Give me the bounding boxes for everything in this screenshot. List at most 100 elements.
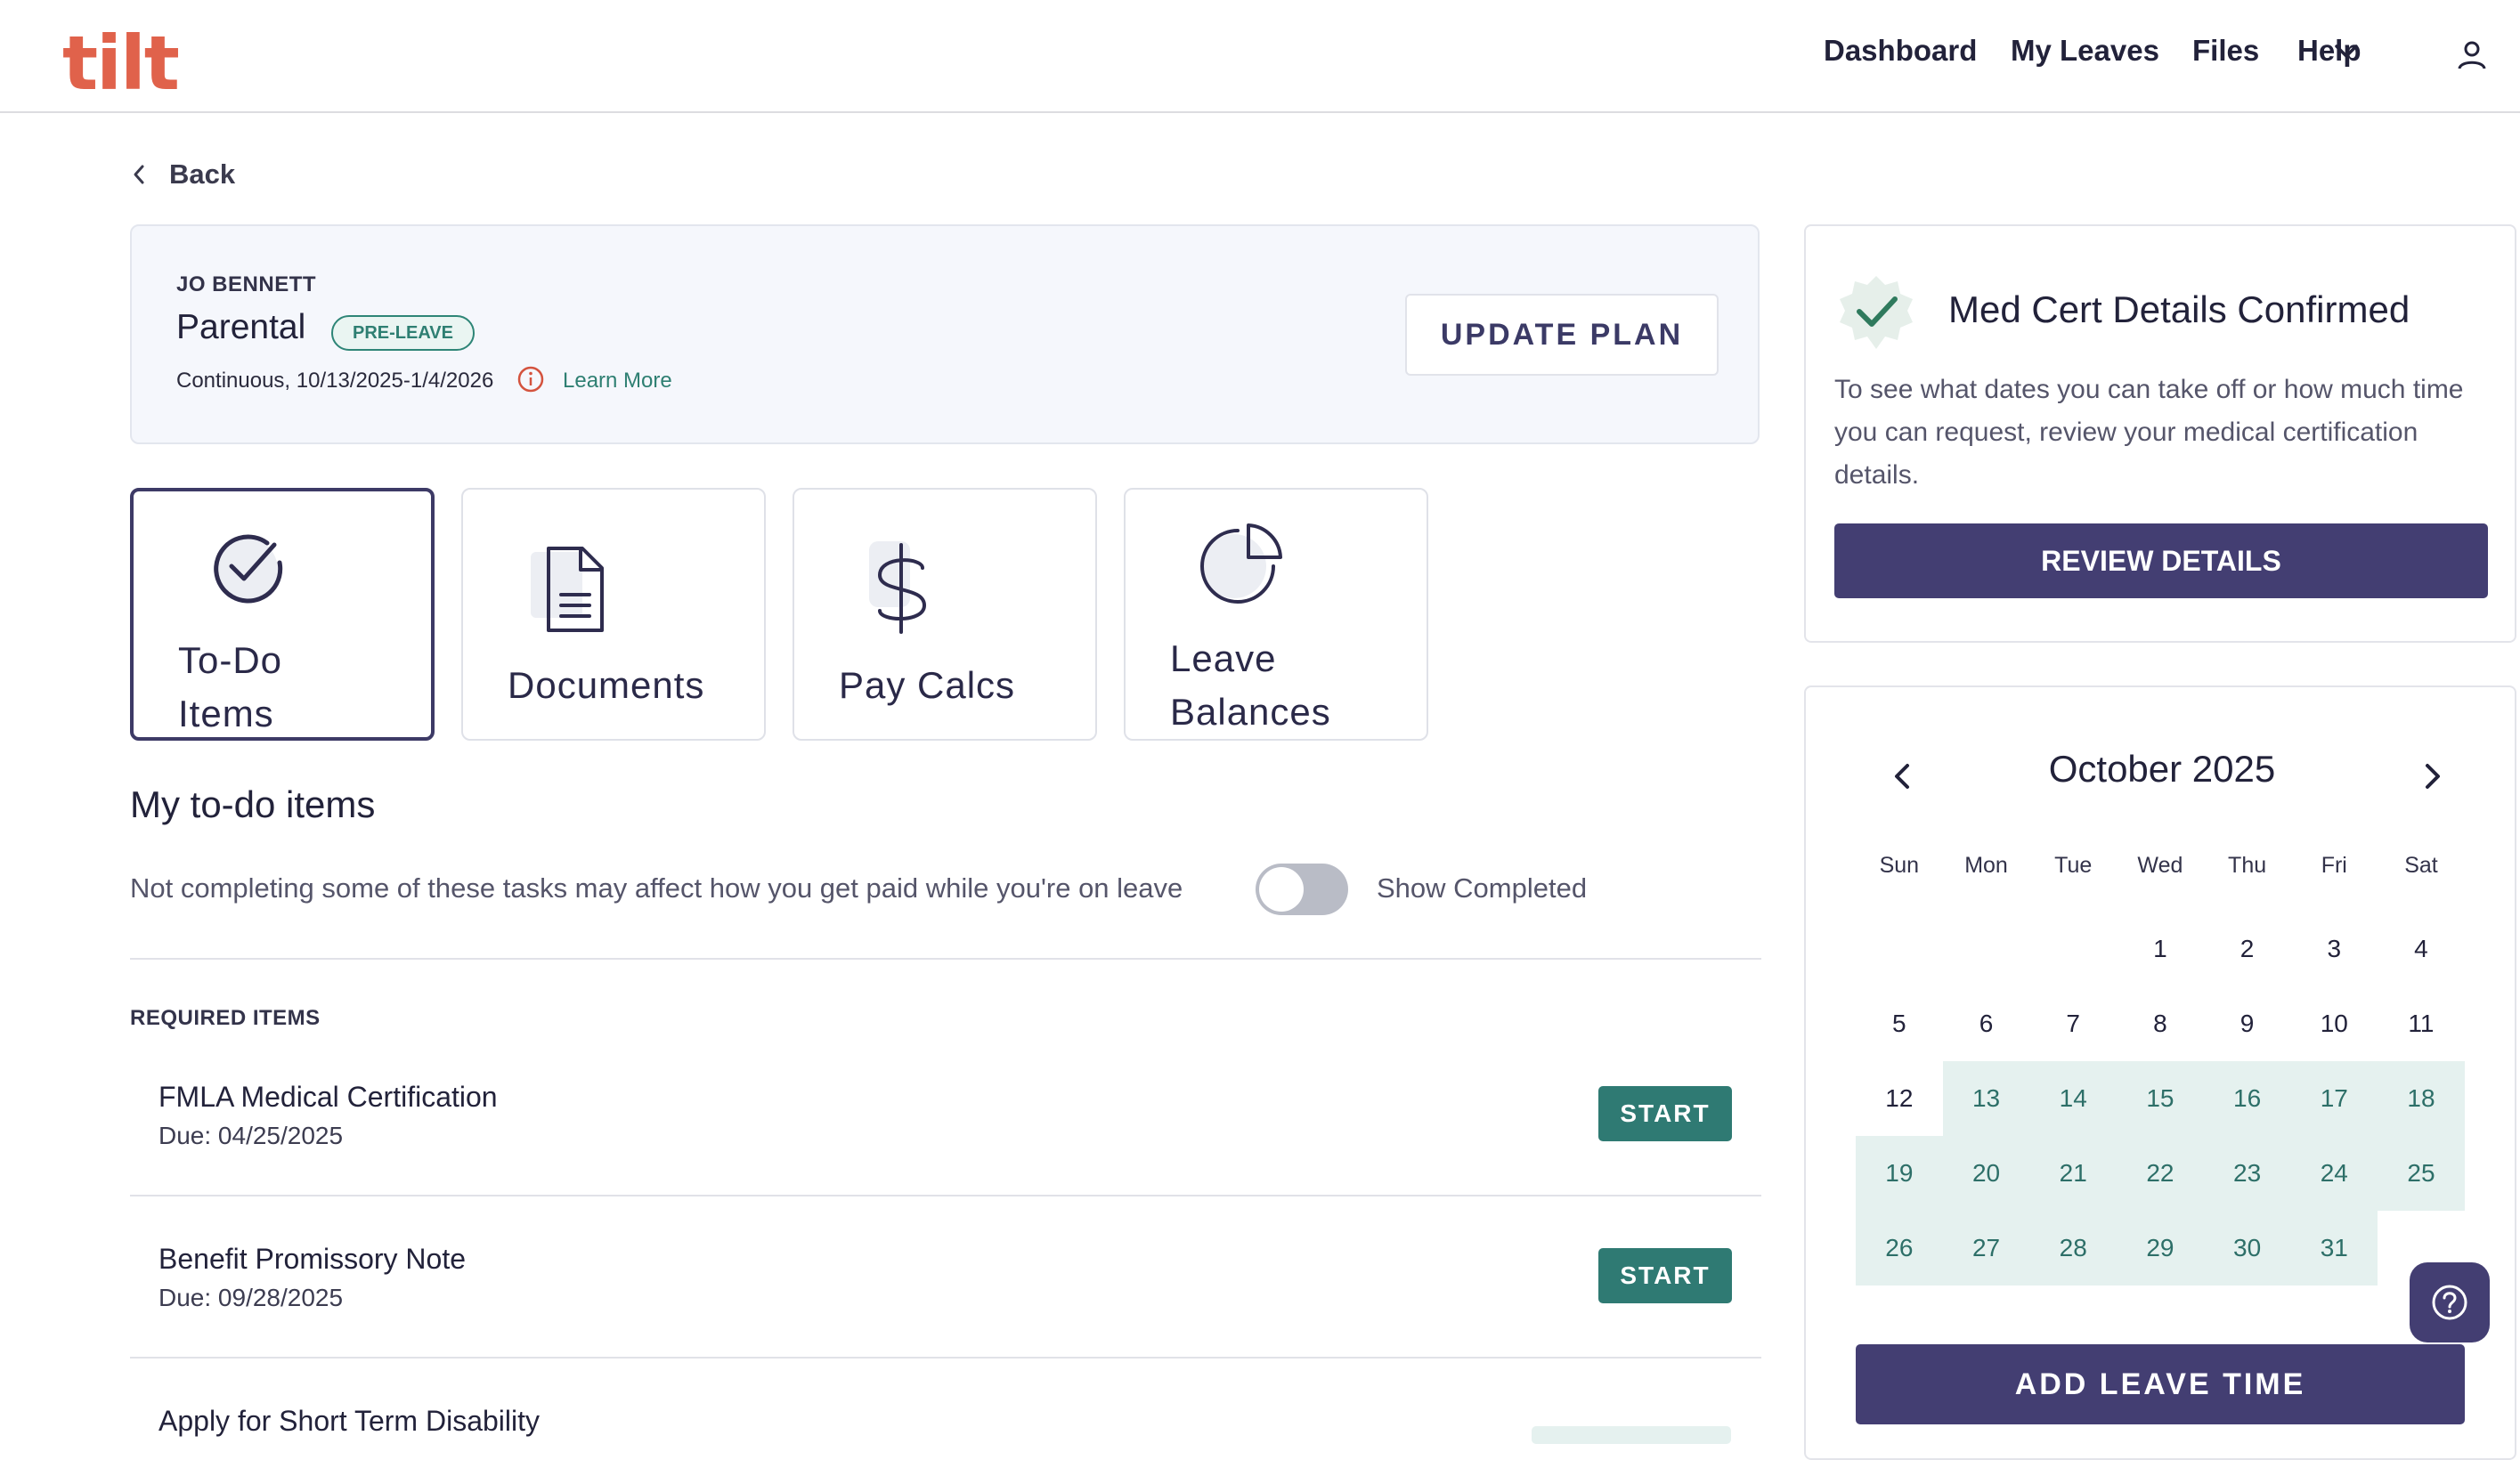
calendar-day[interactable]: 23 <box>2203 1136 2291 1211</box>
divider <box>130 1195 1761 1196</box>
calendar-week-row: 5 6 7 8 9 10 11 <box>1856 986 2465 1061</box>
nav-dashboard[interactable]: Dashboard <box>1824 34 1977 68</box>
calendar-day[interactable]: 3 <box>2290 912 2378 986</box>
required-items-label: REQUIRED ITEMS <box>130 1006 321 1030</box>
info-icon[interactable] <box>516 365 545 393</box>
nav-files[interactable]: Files <box>2192 34 2259 68</box>
dollar-icon <box>869 541 927 634</box>
todo-heading: My to-do items <box>130 783 376 825</box>
calendar-card: October 2025 Sun Mon Tue Wed Thu Fri Sat 1 2 3 4 5 6… <box>1804 685 2516 1460</box>
pie-chart-icon <box>1200 523 1282 604</box>
calendar-day[interactable]: 17 <box>2290 1061 2378 1136</box>
help-button[interactable] <box>2410 1262 2490 1342</box>
calendar-weekday-row: Sun Mon Tue Wed Thu Fri Sat <box>1856 839 2465 892</box>
divider <box>130 958 1761 960</box>
calendar-day[interactable]: 31 <box>2290 1211 2378 1286</box>
calendar-day[interactable]: 30 <box>2203 1211 2291 1286</box>
calendar-day[interactable]: 19 <box>1856 1136 1943 1211</box>
show-completed-label: Show Completed <box>1377 872 1588 904</box>
calendar-weekday: Tue <box>2054 852 2093 878</box>
check-circle-icon <box>214 534 283 604</box>
tile-leave-balances[interactable]: Leave Balances <box>1124 488 1428 741</box>
calendar-day[interactable]: 16 <box>2203 1061 2291 1136</box>
calendar-week-row: 12 13 14 15 16 17 18 <box>1856 1061 2465 1136</box>
calendar-day[interactable]: 15 <box>2117 1061 2204 1136</box>
calendar-weekday: Mon <box>1964 852 2008 878</box>
calendar-day[interactable]: 14 <box>2029 1061 2118 1136</box>
add-leave-time-button[interactable]: ADD LEAVE TIME <box>1856 1344 2465 1424</box>
calendar-weekday: Fri <box>2321 852 2347 878</box>
verified-badge-icon <box>1840 276 1913 349</box>
tile-todo-items[interactable]: To-Do Items <box>130 488 435 741</box>
med-cert-card: Med Cert Details Confirmed To see what d… <box>1804 224 2516 643</box>
calendar-day[interactable]: 22 <box>2117 1136 2204 1211</box>
tile-label-line2: Balances <box>1170 691 1331 733</box>
calendar-day[interactable]: 4 <box>2378 912 2465 986</box>
calendar-week-row: 1234 <box>1856 912 2465 986</box>
document-icon <box>531 547 604 632</box>
calendar-day[interactable]: 24 <box>2290 1136 2378 1211</box>
med-cert-title: Med Cert Details Confirmed <box>1948 288 2410 330</box>
back-link[interactable]: Back <box>132 157 235 192</box>
calendar-day[interactable]: 26 <box>1856 1211 1943 1286</box>
learn-more-link[interactable]: Learn More <box>563 369 672 393</box>
calendar-day[interactable]: 5 <box>1856 986 1943 1061</box>
calendar-day[interactable]: 7 <box>2029 986 2117 1061</box>
leave-type: Parental <box>176 308 306 346</box>
tile-documents[interactable]: Documents <box>461 488 766 741</box>
calendar-weekday: Wed <box>2137 852 2183 878</box>
tilt-logo[interactable]: tilt <box>62 20 180 107</box>
calendar-day[interactable]: 2 <box>2204 912 2291 986</box>
toggle-knob <box>1259 867 1304 912</box>
user-icon[interactable] <box>2456 39 2488 71</box>
start-button[interactable] <box>1532 1426 1731 1444</box>
divider <box>130 1357 1761 1359</box>
show-completed-toggle[interactable] <box>1256 864 1348 915</box>
chevron-down-icon[interactable] <box>2333 41 2360 62</box>
calendar-day[interactable]: 6 <box>1943 986 2030 1061</box>
calendar-day[interactable]: 21 <box>2029 1136 2118 1211</box>
start-button[interactable]: START <box>1598 1086 1732 1141</box>
calendar-day[interactable]: 12 <box>1856 1061 1943 1136</box>
calendar-empty-day <box>1943 912 2030 986</box>
calendar-spacer <box>1856 892 2465 912</box>
calendar-day[interactable]: 20 <box>1942 1136 2030 1211</box>
calendar-day[interactable]: 13 <box>1942 1061 2030 1136</box>
chevron-right-icon[interactable] <box>2415 758 2451 794</box>
calendar-day[interactable]: 10 <box>2290 986 2378 1061</box>
back-label: Back <box>169 158 236 190</box>
calendar-day[interactable]: 1 <box>2117 912 2204 986</box>
med-cert-text: To see what dates you can take off or ho… <box>1834 375 2464 490</box>
calendar-day[interactable]: 8 <box>2117 986 2204 1061</box>
tile-label-line1: Documents <box>508 664 705 706</box>
calendar-week-row: 19 20 21 22 23 24 25 <box>1856 1136 2465 1211</box>
item-due: Due: 09/28/2025 <box>159 1284 344 1311</box>
calendar-day[interactable]: 27 <box>1942 1211 2030 1286</box>
calendar-month: October 2025 <box>2048 748 2276 790</box>
calendar-day[interactable]: 25 <box>2378 1136 2465 1211</box>
calendar-day[interactable]: 18 <box>2378 1061 2465 1136</box>
item-title: Benefit Promissory Note <box>159 1243 467 1275</box>
chevron-left-icon <box>134 165 144 184</box>
calendar-day[interactable]: 29 <box>2117 1211 2204 1286</box>
item-title: Apply for Short Term Disability <box>159 1405 540 1437</box>
nav-my-leaves[interactable]: My Leaves <box>2011 34 2159 68</box>
todo-subtext: Not completing some of these tasks may a… <box>130 872 1183 904</box>
tile-label-line1: To-Do <box>178 639 283 681</box>
calendar-weekday: Thu <box>2228 852 2267 878</box>
calendar-day[interactable]: 11 <box>2378 986 2465 1061</box>
review-details-button[interactable]: REVIEW DETAILS <box>1834 523 2488 598</box>
calendar-empty-day <box>1856 912 1943 986</box>
tile-pay-calcs[interactable]: Pay Calcs <box>793 488 1097 741</box>
update-plan-button[interactable]: UPDATE PLAN <box>1405 294 1719 376</box>
start-button[interactable]: START <box>1598 1248 1732 1303</box>
employee-name: JO BENNETT <box>176 272 317 296</box>
leave-summary-card: JO BENNETT Parental PRE-LEAVE Continuous… <box>130 224 1760 444</box>
leave-dates: Continuous, 10/13/2025-1/4/2026 <box>176 369 494 393</box>
item-title: FMLA Medical Certification <box>159 1081 498 1113</box>
calendar-weekday: Sun <box>1879 852 1920 878</box>
calendar-day[interactable]: 9 <box>2204 986 2291 1061</box>
calendar-weekday: Sat <box>2404 852 2438 878</box>
status-badge: PRE-LEAVE <box>331 315 475 351</box>
calendar-day[interactable]: 28 <box>2029 1211 2118 1286</box>
